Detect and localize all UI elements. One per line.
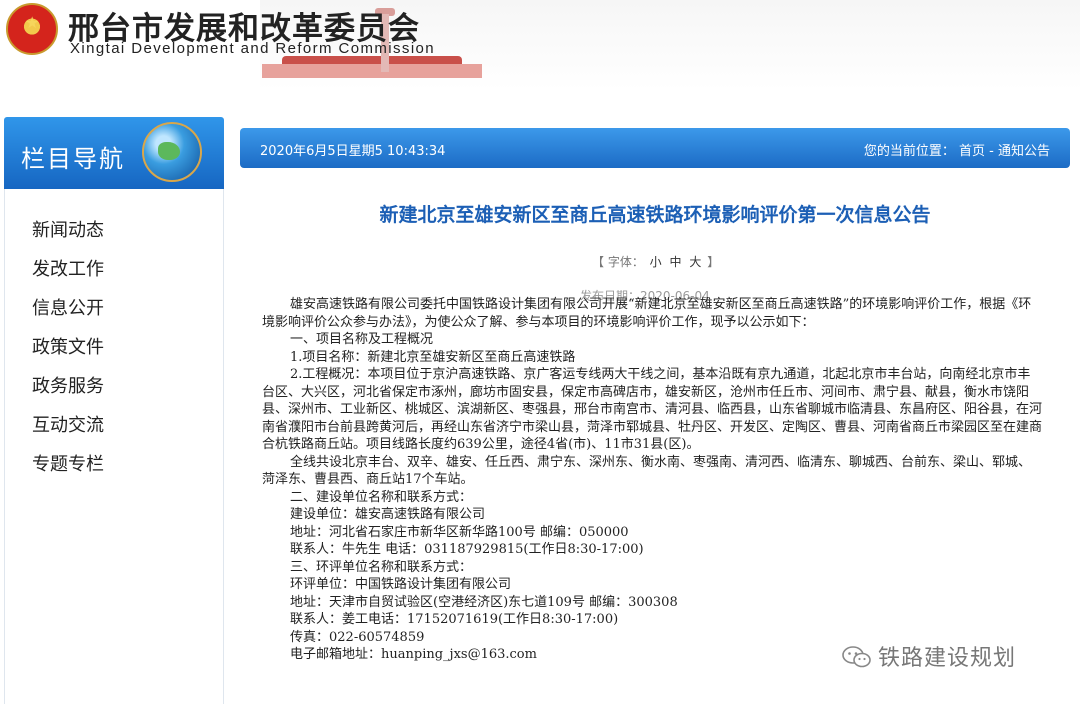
national-emblem-icon: ★ bbox=[6, 3, 58, 55]
globe-icon bbox=[142, 122, 202, 182]
sidebar-header: 栏目导航 bbox=[4, 117, 224, 189]
article-paragraph: 地址：天津市自贸试验区(空港经济区)东七道109号 邮编：300308 bbox=[290, 594, 678, 610]
font-label-close: 】 bbox=[707, 255, 720, 269]
location-label: 您的当前位置： bbox=[863, 144, 955, 159]
article-body: 雄安高速铁路有限公司委托中国铁路设计集团有限公司开展“新建北京至雄安新区至商丘高… bbox=[262, 296, 1042, 664]
font-size-control: 【 字体： 小 中 大 】 bbox=[592, 253, 719, 270]
article-paragraph: 三、环评单位名称和联系方式： bbox=[290, 559, 473, 575]
breadcrumb: 您的当前位置： 首页 - 通知公告 bbox=[864, 140, 1050, 159]
sidebar-item-reform-work[interactable]: 发改工作 bbox=[5, 250, 223, 289]
sidebar-item-gov-services[interactable]: 政务服务 bbox=[5, 367, 223, 406]
article-paragraph: 联系人：姜工电话：17152071619(工作日8:30-17:00) bbox=[290, 612, 619, 627]
article-paragraph: 二、建设单位名称和联系方式： bbox=[290, 489, 473, 505]
wechat-watermark: 铁路建设规划 bbox=[842, 640, 1016, 672]
sidebar-item-policy-docs[interactable]: 政策文件 bbox=[5, 328, 223, 367]
article-paragraph: 环评单位：中国铁路设计集团有限公司 bbox=[290, 577, 512, 592]
sidebar-item-special-topics[interactable]: 专题专栏 bbox=[5, 445, 223, 484]
main-content: 2020年6月5日星期5 10:43:34 您的当前位置： 首页 - 通知公告 … bbox=[240, 128, 1070, 662]
article-paragraph: 建设单位：雄安高速铁路有限公司 bbox=[290, 507, 486, 522]
article-paragraph: 联系人：牛先生 电话：031187929815(工作日8:30-17:00) bbox=[290, 542, 644, 557]
wechat-icon bbox=[842, 646, 871, 668]
article-paragraph: 全线共设北京丰台、双辛、雄安、任丘西、肃宁东、深州东、衡水南、枣强南、清河西、临… bbox=[262, 454, 1032, 488]
article-paragraph: 地址：河北省石家庄市新华区新华路100号 邮编：050000 bbox=[290, 524, 629, 540]
sidebar-heading: 栏目导航 bbox=[21, 145, 125, 173]
article-paragraph: 2.工程概况：本项目位于京沪高速铁路、京广客运专线两大干线之间，基本沿既有京九通… bbox=[262, 367, 1043, 452]
article-paragraph: 雄安高速铁路有限公司委托中国铁路设计集团有限公司开展“新建北京至雄安新区至商丘高… bbox=[262, 297, 1032, 330]
breadcrumb-links[interactable]: 首页 - 通知公告 bbox=[959, 144, 1050, 159]
sidebar-nav: 栏目导航 新闻动态 发改工作 信息公开 政策文件 政务服务 互动交流 专题专栏 bbox=[4, 117, 224, 704]
site-header: ★ 邢台市发展和改革委员会 Xingtai Development and Re… bbox=[0, 0, 1080, 100]
star-icon: ★ bbox=[25, 13, 40, 32]
font-size-large-button[interactable]: 大 bbox=[689, 255, 701, 269]
font-size-small-button[interactable]: 小 bbox=[650, 255, 662, 269]
top-info-bar: 2020年6月5日星期5 10:43:34 您的当前位置： 首页 - 通知公告 bbox=[240, 128, 1070, 168]
article-paragraph: 1.项目名称：新建北京至雄安新区至商丘高速铁路 bbox=[290, 349, 576, 365]
current-datetime: 2020年6月5日星期5 10:43:34 bbox=[260, 144, 446, 159]
site-subtitle: Xingtai Development and Reform Commissio… bbox=[70, 40, 436, 57]
font-size-medium-button[interactable]: 中 bbox=[670, 255, 682, 269]
sidebar-item-interaction[interactable]: 互动交流 bbox=[5, 406, 223, 445]
sidebar-list: 新闻动态 发改工作 信息公开 政策文件 政务服务 互动交流 专题专栏 bbox=[4, 189, 224, 704]
font-label-open: 【 字体： bbox=[592, 255, 644, 269]
sidebar-item-news[interactable]: 新闻动态 bbox=[5, 211, 223, 250]
article-title: 新建北京至雄安新区至商丘高速铁路环境影响评价第一次信息公告 bbox=[379, 204, 931, 226]
sidebar-item-info-disclosure[interactable]: 信息公开 bbox=[5, 289, 223, 328]
watermark-text: 铁路建设规划 bbox=[878, 646, 1017, 671]
article-paragraph: 一、项目名称及工程概况 bbox=[290, 332, 434, 347]
